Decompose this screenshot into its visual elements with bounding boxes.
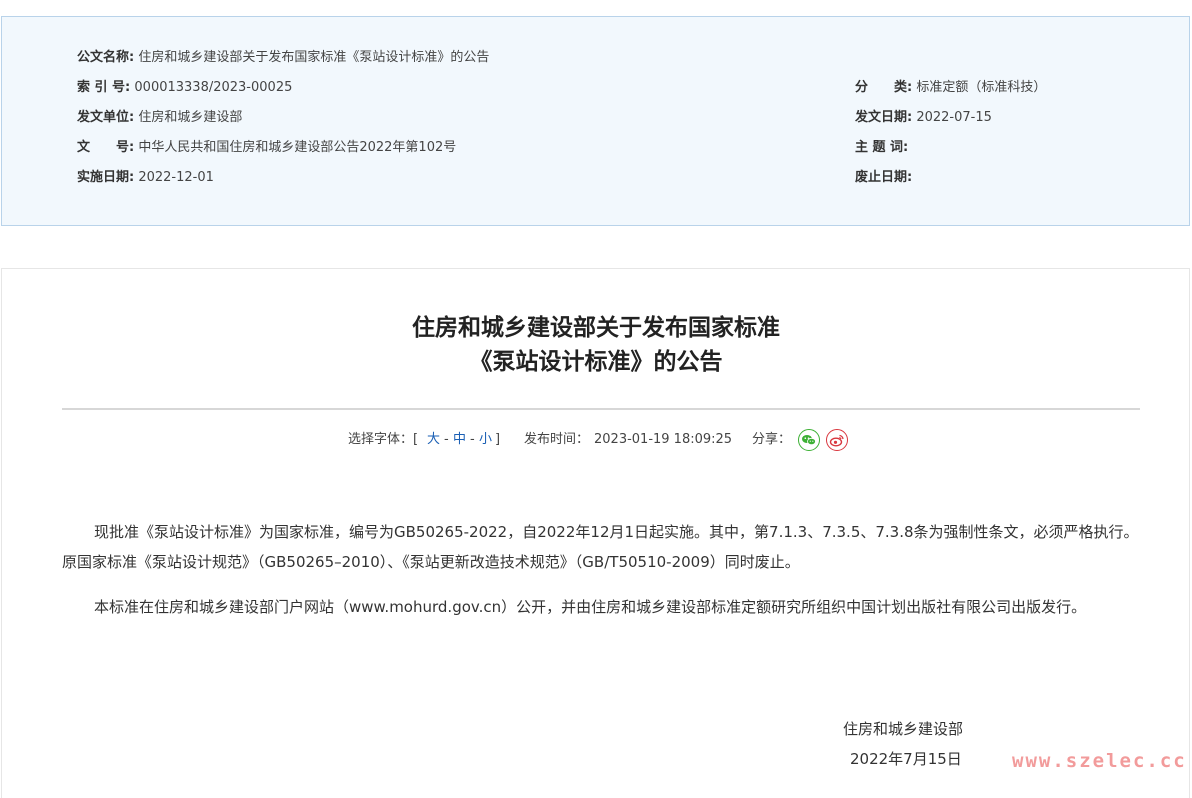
font-size-label: 选择字体：[: [348, 432, 419, 447]
meta-effective-label: 实施日期:: [77, 170, 135, 185]
meta-index: 索 引 号: 000013338/2023-00025: [77, 79, 292, 97]
meta-issue-date-label: 发文日期:: [855, 110, 913, 125]
meta-index-value: 000013338/2023-00025: [134, 80, 293, 95]
meta-doc-name-label: 公文名称:: [77, 50, 135, 65]
meta-index-label: 索 引 号:: [77, 80, 131, 95]
font-size-small-link[interactable]: 小: [479, 428, 492, 452]
meta-abolish-label: 废止日期:: [855, 170, 913, 185]
meta-issuer-label: 发文单位:: [77, 110, 135, 125]
meta-abolish: 废止日期:: [855, 169, 912, 187]
signature-issuer: 住房和城乡建设部: [843, 720, 964, 738]
weibo-share-icon[interactable]: [826, 429, 848, 451]
article-title-line2: 《泵站设计标准》的公告: [469, 349, 723, 375]
meta-doc-no: 文 号: 中华人民共和国住房和城乡建设部公告2022年第102号: [77, 139, 456, 157]
title-divider: [62, 408, 1140, 410]
meta-effective-value: 2022-12-01: [138, 170, 214, 185]
article-title: 住房和城乡建设部关于发布国家标准 《泵站设计标准》的公告: [0, 311, 1192, 379]
font-size-bracket: ]: [495, 432, 501, 447]
meta-category-label: 分 类:: [855, 80, 913, 95]
meta-doc-no-label: 文 号:: [77, 140, 135, 155]
publish-time-value: 2023-01-19 18:09:25: [594, 432, 733, 447]
article-toolbar: 选择字体：[ 大 - 中 - 小 ] 发布时间： 2023-01-19 18:0…: [0, 428, 1192, 452]
meta-category: 分 类: 标准定额（标准科技）: [855, 79, 1046, 97]
font-size-large-link[interactable]: 大: [427, 428, 440, 452]
meta-effective: 实施日期: 2022-12-01: [77, 169, 214, 187]
meta-category-value: 标准定额（标准科技）: [916, 80, 1047, 95]
article-paragraph-2: 本标准在住房和城乡建设部门户网站（www.mohurd.gov.cn）公开，并由…: [94, 598, 1087, 616]
site-watermark: www.szelec.cc: [1012, 750, 1187, 772]
font-size-separator: -: [444, 432, 449, 447]
meta-issue-date-value: 2022-07-15: [916, 110, 992, 125]
meta-doc-name: 公文名称: 住房和城乡建设部关于发布国家标准《泵站设计标准》的公告: [77, 49, 489, 67]
font-size-medium-link[interactable]: 中: [453, 428, 466, 452]
meta-issuer: 发文单位: 住房和城乡建设部: [77, 109, 242, 127]
font-size-separator: -: [470, 432, 475, 447]
meta-issue-date: 发文日期: 2022-07-15: [855, 109, 992, 127]
article-paragraph-1: 现批准《泵站设计标准》为国家标准，编号为GB50265-2022，自2022年1…: [62, 523, 1139, 571]
meta-keywords-label: 主 题 词:: [855, 140, 909, 155]
meta-doc-name-value: 住房和城乡建设部关于发布国家标准《泵站设计标准》的公告: [138, 50, 490, 65]
signature-date: 2022年7月15日: [850, 750, 962, 768]
share-label: 分享：: [752, 432, 792, 447]
meta-keywords: 主 题 词:: [855, 139, 908, 157]
wechat-share-icon[interactable]: [798, 429, 820, 451]
meta-doc-no-value: 中华人民共和国住房和城乡建设部公告2022年第102号: [138, 140, 457, 155]
meta-issuer-value: 住房和城乡建设部: [138, 110, 243, 125]
article-title-line1: 住房和城乡建设部关于发布国家标准: [412, 315, 780, 341]
publish-time-label: 发布时间：: [524, 432, 590, 447]
